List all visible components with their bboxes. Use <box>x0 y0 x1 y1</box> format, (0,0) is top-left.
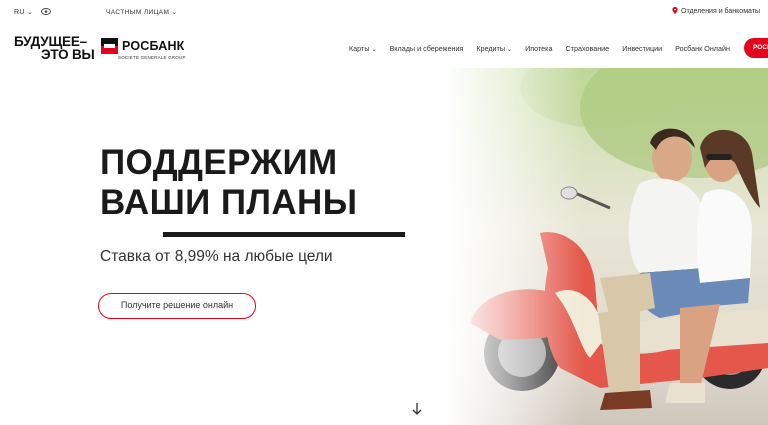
slogan-line-2: ЭТО ВЫ <box>41 47 95 62</box>
segment-selector[interactable]: ЧАСТНЫМ ЛИЦАМ ⌄ <box>106 8 177 16</box>
eye-icon[interactable] <box>41 8 51 15</box>
branches-link[interactable]: Отделения и банкоматы <box>672 7 760 15</box>
nav-item-label: Инвестиции <box>622 44 663 53</box>
branches-label: Отделения и банкоматы <box>681 8 760 15</box>
nav-item-investments[interactable]: Инвестиции <box>622 44 662 53</box>
headline-underline <box>163 232 405 237</box>
chevron-down-icon: ⌄ <box>171 9 178 16</box>
arrow-down-icon[interactable] <box>410 402 424 416</box>
nav-item-cards[interactable]: Карты ⌄ <box>349 44 377 53</box>
nav-item-credits[interactable]: Кредиты ⌄ <box>476 44 512 53</box>
language-label: RU <box>14 9 25 16</box>
nav-item-insurance[interactable]: Страхование <box>565 44 609 53</box>
main-header: БУДУЩЕЕ– ЭТО ВЫ РОСБАНК SOCIETE GENERALE… <box>0 24 768 68</box>
hero-headline: ПОДДЕРЖИМ ВАШИ ПЛАНЫ <box>100 143 357 223</box>
utility-bar: RU ⌄ ЧАСТНЫМ ЛИЦАМ ⌄ Отделения и банкома… <box>0 0 768 24</box>
header-cta-button[interactable]: РОСБ <box>744 38 768 58</box>
chevron-down-icon: ⌄ <box>26 9 34 16</box>
main-nav: Карты ⌄ Вклады и сбережения Кредиты ⌄ Ипот… <box>349 44 743 53</box>
chevron-down-icon: ⌄ <box>507 47 513 53</box>
hero-headline-line-1: ПОДДЕРЖИМ <box>100 143 338 182</box>
hero-banner: ПОДДЕРЖИМ ВАШИ ПЛАНЫ Ставка от 8,99% на … <box>0 68 768 425</box>
nav-item-label: Страхование <box>565 44 610 53</box>
nav-item-label: Вклады и сбережения <box>389 44 464 53</box>
rosbank-logo-icon[interactable] <box>101 38 118 54</box>
brand-slogan: БУДУЩЕЕ– ЭТО ВЫ <box>14 35 95 62</box>
logo-subtitle: SOCIETE GENERALE GROUP <box>118 55 186 60</box>
get-decision-online-button[interactable]: Получите решение онлайн <box>98 293 256 319</box>
nav-item-mortgage[interactable]: Ипотека <box>525 44 552 53</box>
nav-item-deposits[interactable]: Вклады и сбережения <box>390 44 464 53</box>
chevron-down-icon: ⌄ <box>371 47 377 53</box>
nav-item-label: Кредиты <box>476 44 506 53</box>
map-pin-icon <box>672 7 678 14</box>
nav-item-label: Росбанк Онлайн <box>675 44 730 53</box>
logo-wordmark[interactable]: РОСБАНК <box>122 39 185 53</box>
segment-label: ЧАСТНЫМ ЛИЦАМ <box>106 9 170 16</box>
nav-item-label: Ипотека <box>525 44 553 53</box>
nav-item-online[interactable]: Росбанк Онлайн <box>675 44 730 53</box>
nav-item-label: Карты <box>349 44 370 53</box>
hero-fade-overlay <box>0 68 768 425</box>
hero-headline-line-2: ВАШИ ПЛАНЫ <box>100 183 358 222</box>
language-selector[interactable]: RU ⌄ <box>14 8 33 16</box>
hero-subline: Ставка от 8,99% на любые цели <box>100 248 333 265</box>
